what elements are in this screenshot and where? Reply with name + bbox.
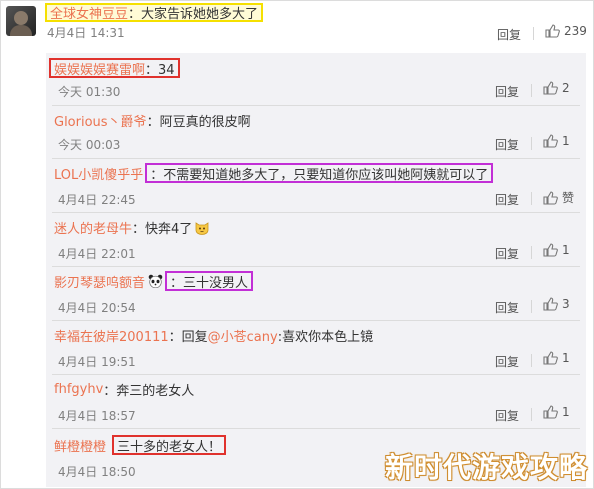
like-count: 1 <box>562 134 570 148</box>
like-button[interactable]: 1 <box>543 243 570 257</box>
like-button[interactable]: 3 <box>543 297 570 311</box>
reply-button[interactable]: 回复 <box>497 26 521 43</box>
like-button[interactable]: 1 <box>543 405 570 419</box>
cat-face-emoji <box>194 220 209 235</box>
like-button[interactable]: 239 <box>545 24 587 38</box>
list-item: 娱娱娱娱赛雷啊 ：34 今天 01:30 回复 2 <box>46 53 586 106</box>
list-item: fhfgyhv ：奔三的老女人 4月4日 18:57 回复 1 <box>46 375 586 429</box>
highlight-box-red: 三十多的老女人！ <box>112 435 227 455</box>
like-count: 3 <box>562 297 570 311</box>
divider <box>531 408 532 421</box>
like-count: 1 <box>562 405 570 419</box>
thumbs-up-icon <box>543 297 558 311</box>
list-item: Glorious丶爵爷 ：阿豆真的很皮啊 今天 00:03 回复 1 <box>46 106 586 159</box>
username-link[interactable]: 迷人的老母牛 <box>54 218 132 237</box>
mention-link[interactable]: @小苍cany <box>208 326 278 345</box>
divider <box>531 84 532 97</box>
thumbs-up-icon <box>545 24 560 38</box>
like-button[interactable]: 2 <box>543 81 570 95</box>
reply-button[interactable]: 回复 <box>495 136 519 153</box>
sub-comment-list: 娱娱娱娱赛雷啊 ：34 今天 01:30 回复 2 Glorious丶爵爷 ：阿… <box>46 53 586 487</box>
comment-text: ：三十没男人 <box>170 275 249 291</box>
username-link[interactable]: Glorious丶爵爷 <box>54 111 147 130</box>
like-button[interactable]: 1 <box>543 351 570 365</box>
thumbs-up-icon <box>543 81 558 95</box>
list-item: 迷人的老母牛 ：快奔4了 4月4日 22:01 回复 1 <box>46 213 586 267</box>
reply-button[interactable]: 回复 <box>495 83 519 100</box>
thumbs-up-icon <box>543 134 558 148</box>
username-link[interactable]: fhfgyhv <box>54 382 103 397</box>
like-count: 239 <box>564 24 587 38</box>
comment-text: ：阿豆真的很皮啊 <box>146 114 251 130</box>
comment-date: 今天 00:03 <box>58 138 121 152</box>
comment-date: 4月4日 20:54 <box>58 301 136 315</box>
top-comment: 全球女神豆豆 ：大家告诉她她多大了 4月4日 14:31 回复 239 <box>0 0 594 48</box>
like-count: 2 <box>562 81 570 95</box>
thumbs-up-icon <box>543 405 558 419</box>
comment-text: :喜欢你本色上镜 <box>277 329 374 345</box>
highlight-box-purple: ：不需要知道她多大了，只要知道你应该叫她阿姨就可以了 <box>145 163 494 183</box>
username-link[interactable]: LOL小凯傻乎乎 <box>54 164 143 183</box>
avatar[interactable] <box>6 6 36 36</box>
divider <box>531 192 532 205</box>
comment-text: ：奔三的老女人 <box>103 383 195 399</box>
top-comment-highlight: 全球女神豆豆 ：大家告诉她她多大了 <box>45 3 264 22</box>
highlight-box-red: 娱娱娱娱赛雷啊 ：34 <box>49 58 180 78</box>
list-item: 幸福在彼岸200111 ：回复 @小苍cany :喜欢你本色上镜 4月4日 19… <box>46 321 586 375</box>
username-link[interactable]: 幸福在彼岸200111 <box>54 326 169 345</box>
divider <box>531 300 532 313</box>
divider <box>531 137 532 150</box>
divider <box>531 246 532 259</box>
divider <box>531 354 532 367</box>
comment-date: 4月4日 18:50 <box>58 465 136 479</box>
reply-button[interactable]: 回复 <box>495 245 519 262</box>
comment-text-prefix: ：回复 <box>168 329 208 345</box>
like-count: 1 <box>562 351 570 365</box>
comment-text: ：快奔4了 <box>132 221 193 237</box>
comment-text: ：大家告诉她她多大了 <box>128 7 259 22</box>
comment-date: 4月4日 19:51 <box>58 355 136 369</box>
thumbs-up-icon <box>543 351 558 365</box>
like-button[interactable]: 1 <box>543 134 570 148</box>
like-count: 1 <box>562 243 570 257</box>
list-item: 影刃琴瑟呜额音 ：三十没男人 4月4日 20:54 回复 3 <box>46 267 586 321</box>
comment-text: ：不需要知道她多大了，只要知道你应该叫她阿姨就可以了 <box>150 167 489 183</box>
comment-date: 4月4日 22:45 <box>58 193 136 207</box>
username-link[interactable]: 影刃琴瑟呜额音 <box>54 272 145 291</box>
reply-button[interactable]: 回复 <box>495 191 519 208</box>
reply-button[interactable]: 回复 <box>495 353 519 370</box>
comment-text: ：34 <box>145 62 175 78</box>
username-link[interactable]: 娱娱娱娱赛雷啊 <box>54 59 145 78</box>
comment-date: 今天 01:30 <box>58 85 121 99</box>
highlight-box-purple: ：三十没男人 <box>165 271 254 291</box>
watermark-logo: 新时代游戏攻略 <box>385 451 589 484</box>
like-count: 赞 <box>562 191 575 205</box>
thumbs-up-icon <box>543 190 558 205</box>
thumbs-up-icon <box>543 243 558 257</box>
divider <box>533 27 534 40</box>
like-button[interactable]: 赞 <box>543 189 574 206</box>
comment-text: 三十多的老女人！ <box>117 439 222 455</box>
comment-date: 4月4日 14:31 <box>47 26 125 40</box>
reply-button[interactable]: 回复 <box>495 407 519 424</box>
panda-face-emoji <box>148 274 163 289</box>
username-link[interactable]: 鲜橙橙橙 <box>54 436 106 455</box>
comment-date: 4月4日 18:57 <box>58 409 136 423</box>
username-link[interactable]: 全球女神豆豆 <box>50 3 128 22</box>
list-item: LOL小凯傻乎乎 ：不需要知道她多大了，只要知道你应该叫她阿姨就可以了 4月4日… <box>46 159 586 213</box>
reply-button[interactable]: 回复 <box>495 299 519 316</box>
comment-date: 4月4日 22:01 <box>58 247 136 261</box>
